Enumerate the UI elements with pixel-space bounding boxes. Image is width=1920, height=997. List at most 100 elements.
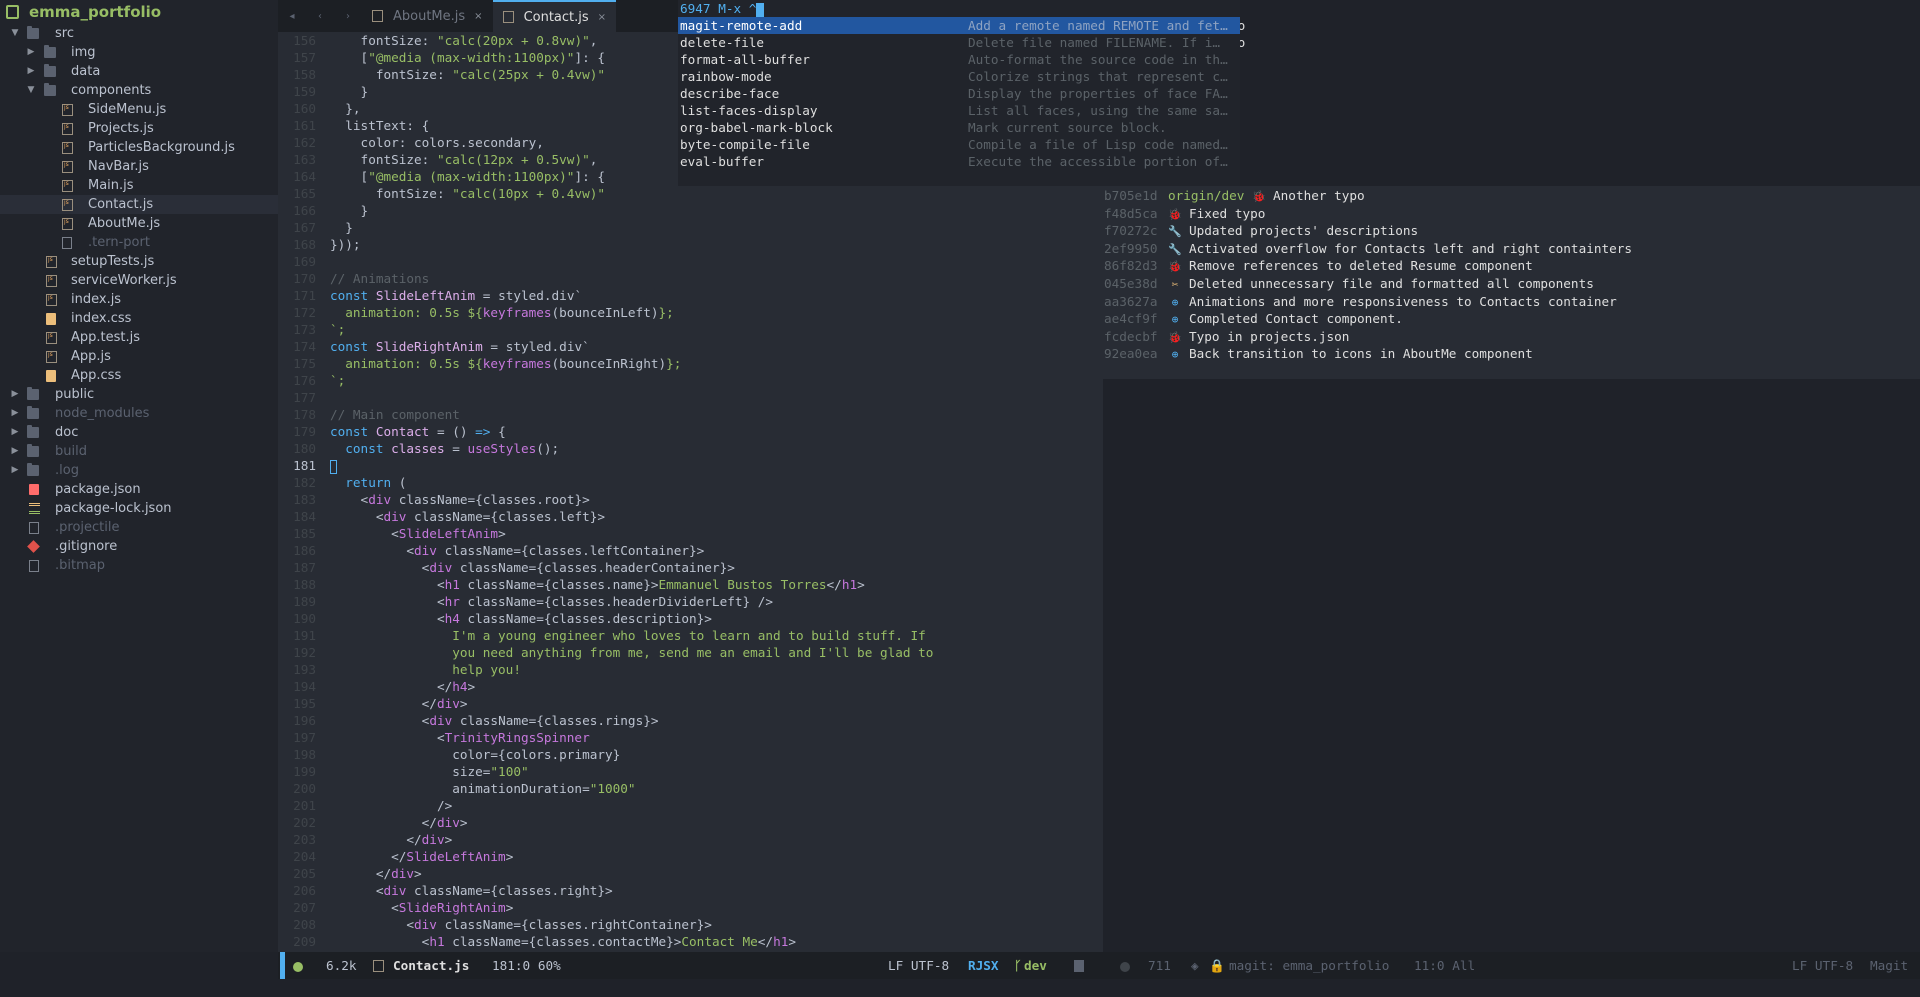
code-line[interactable]: 202 </div> <box>278 814 467 831</box>
chevron-right-icon[interactable]: ▶ <box>10 423 20 442</box>
code-line[interactable]: 191 I'm a young engineer who loves to le… <box>278 627 926 644</box>
code-line[interactable]: 201 /> <box>278 797 452 814</box>
code-line[interactable]: 189 <hr className={classes.headerDivider… <box>278 593 773 610</box>
completion-item[interactable]: eval-buffer Execute the accessible portio… <box>678 153 1240 170</box>
code-line[interactable]: 183 <div className={classes.root}> <box>278 491 590 508</box>
tree-item-contact-js[interactable]: Contact.js <box>0 193 278 214</box>
completion-item[interactable]: org-babel-mark-block Mark current source … <box>678 119 1240 136</box>
code-line[interactable]: 187 <div className={classes.headerContai… <box>278 559 735 576</box>
code-line[interactable]: 192 you need anything from me, send me a… <box>278 644 933 661</box>
code-line[interactable]: 170 // Animations <box>278 270 429 287</box>
completion-item[interactable]: format-all-buffer Auto-format the source … <box>678 51 1240 68</box>
tree-item-data[interactable]: ▶ data <box>0 62 278 81</box>
tree-item--tern-port[interactable]: .tern-port <box>0 233 278 252</box>
chevron-down-icon[interactable]: ▼ <box>26 81 36 100</box>
tab-next-icon[interactable]: › <box>334 11 362 22</box>
chevron-right-icon[interactable]: ▶ <box>10 385 20 404</box>
chevron-right-icon[interactable]: ▶ <box>10 461 20 480</box>
code-line[interactable]: 159 } <box>278 83 368 100</box>
tree-item-public[interactable]: ▶ public <box>0 385 278 404</box>
tree-item-components[interactable]: ▼ components <box>0 81 278 100</box>
chevron-right-icon[interactable]: ▶ <box>26 43 36 62</box>
code-line[interactable]: 158 fontSize: "calc(25px + 0.4vw)" <box>278 66 605 83</box>
code-line[interactable]: 169 <box>278 253 330 270</box>
code-line[interactable]: 194 </h4> <box>278 678 475 695</box>
tree-item--bitmap[interactable]: .bitmap <box>0 556 278 575</box>
code-line[interactable]: 203 </div> <box>278 831 452 848</box>
completion-item[interactable]: delete-file Delete file named FILENAME. I… <box>678 34 1240 51</box>
tree-item-doc[interactable]: ▶ doc <box>0 423 278 442</box>
tree-item-index-js[interactable]: index.js <box>0 288 278 309</box>
tree-item-src[interactable]: ▼ src <box>0 24 278 43</box>
code-line[interactable]: 206 <div className={classes.right}> <box>278 882 613 899</box>
completion-item[interactable]: list-faces-display List all faces, using … <box>678 102 1240 119</box>
code-line[interactable]: 207 <SlideRightAnim> <box>278 899 513 916</box>
tree-item-package-json[interactable]: package.json <box>0 480 278 499</box>
major-mode[interactable]: RJSX <box>968 952 999 979</box>
code-line[interactable]: 188 <h1 className={classes.name}>Emmanue… <box>278 576 865 593</box>
completion-item[interactable]: byte-compile-file Compile a file of Lisp … <box>678 136 1240 153</box>
tree-item-projects-js[interactable]: Projects.js <box>0 117 278 138</box>
chevron-right-icon[interactable]: ▶ <box>10 404 20 423</box>
commit-row[interactable]: 2ef9950 🔧 Activated overflow for Contacts … <box>1104 240 1632 258</box>
code-line[interactable]: 205 </div> <box>278 865 422 882</box>
code-line[interactable]: 193 help you! <box>278 661 521 678</box>
tree-item-index-css[interactable]: index.css <box>0 309 278 328</box>
tree-item-img[interactable]: ▶ img <box>0 43 278 62</box>
code-line[interactable]: 171 const SlideLeftAnim = styled.div` <box>278 287 582 304</box>
encoding[interactable]: LF UTF-8 <box>888 952 949 979</box>
commit-row[interactable]: ae4cf9f ⊕ Completed Contact component. <box>1104 310 1403 328</box>
tab-close-icon[interactable]: × <box>598 12 606 23</box>
tree-item-sidemenu-js[interactable]: SideMenu.js <box>0 98 278 119</box>
tree-item-navbar-js[interactable]: NavBar.js <box>0 155 278 176</box>
chevron-down-icon[interactable]: ▼ <box>10 24 20 43</box>
code-line[interactable]: 195 </div> <box>278 695 467 712</box>
code-line[interactable]: 181 <box>278 457 337 474</box>
commit-row[interactable]: f70272c 🔧 Updated projects' descriptions <box>1104 222 1418 240</box>
tree-item--gitignore[interactable]: .gitignore <box>0 537 278 556</box>
tab-scroll-left-icon[interactable]: ◂ <box>278 11 306 22</box>
code-line[interactable]: 175 animation: 0.5s ${keyframes(bounceIn… <box>278 355 681 372</box>
commit-row[interactable]: 045e38d ✂ Deleted unnecessary file and for… <box>1104 275 1594 293</box>
tree-item--log[interactable]: ▶ .log <box>0 461 278 480</box>
tree-item-main-js[interactable]: Main.js <box>0 174 278 195</box>
commit-row[interactable]: 92ea0ea ⊕ Back transition to icons in Abou… <box>1104 345 1533 363</box>
code-line[interactable]: 157 ["@media (max-width:1100px)"]: { <box>278 49 605 66</box>
code-line[interactable]: 174 const SlideRightAnim = styled.div` <box>278 338 590 355</box>
git-branch[interactable]: dev <box>1024 952 1047 979</box>
tree-item-build[interactable]: ▶ build <box>0 442 278 461</box>
code-line[interactable]: 164 ["@media (max-width:1100px)"]: { <box>278 168 605 185</box>
tree-item-app-test-js[interactable]: App.test.js <box>0 326 278 347</box>
magit-buffer-name[interactable]: magit: emma_portfolio <box>1229 952 1389 979</box>
completion-item[interactable]: rainbow-mode Colorize strings that repres… <box>678 68 1240 85</box>
tab-contact[interactable]: Contact.js × <box>492 0 617 32</box>
code-line[interactable]: 156 fontSize: "calc(20px + 0.8vw)", <box>278 32 597 49</box>
tree-item-node-modules[interactable]: ▶ node_modules <box>0 404 278 423</box>
code-line[interactable]: 176 `; <box>278 372 345 389</box>
code-line[interactable]: 190 <h4 className={classes.description}> <box>278 610 712 627</box>
code-line[interactable]: 186 <div className={classes.leftContaine… <box>278 542 704 559</box>
code-line[interactable]: 180 const classes = useStyles(); <box>278 440 559 457</box>
commit-row[interactable]: b705e1d origin/dev 🐞 Another typo <box>1104 187 1365 205</box>
commit-row[interactable]: fcdecbf 🐞 Typo in projects.json <box>1104 328 1349 346</box>
code-line[interactable]: 179 const Contact = () => { <box>278 423 506 440</box>
tree-item--projectile[interactable]: .projectile <box>0 518 278 537</box>
code-line[interactable]: 161 listText: { <box>278 117 429 134</box>
code-line[interactable]: 208 <div className={classes.rightContain… <box>278 916 712 933</box>
chevron-right-icon[interactable]: ▶ <box>26 62 36 81</box>
code-line[interactable]: 198 color={colors.primary} <box>278 746 620 763</box>
code-line[interactable]: 177 <box>278 389 330 406</box>
code-line[interactable]: 182 return ( <box>278 474 406 491</box>
code-line[interactable]: 172 animation: 0.5s ${keyframes(bounceIn… <box>278 304 674 321</box>
tree-item-aboutme-js[interactable]: AboutMe.js <box>0 212 278 233</box>
code-line[interactable]: 166 } <box>278 202 368 219</box>
code-line[interactable]: 167 } <box>278 219 353 236</box>
code-line[interactable]: 163 fontSize: "calc(12px + 0.5vw)", <box>278 151 597 168</box>
code-line[interactable]: 168})); <box>278 236 360 253</box>
code-line[interactable]: 173 `; <box>278 321 345 338</box>
commit-row[interactable]: aa3627a ⊕ Animations and more responsivene… <box>1104 293 1617 311</box>
code-line[interactable]: 209 <h1 className={classes.contactMe}>Co… <box>278 933 796 950</box>
project-header[interactable]: emma_portfolio <box>0 0 278 24</box>
chevron-right-icon[interactable]: ▶ <box>10 442 20 461</box>
tree-item-serviceworker-js[interactable]: serviceWorker.js <box>0 269 278 290</box>
